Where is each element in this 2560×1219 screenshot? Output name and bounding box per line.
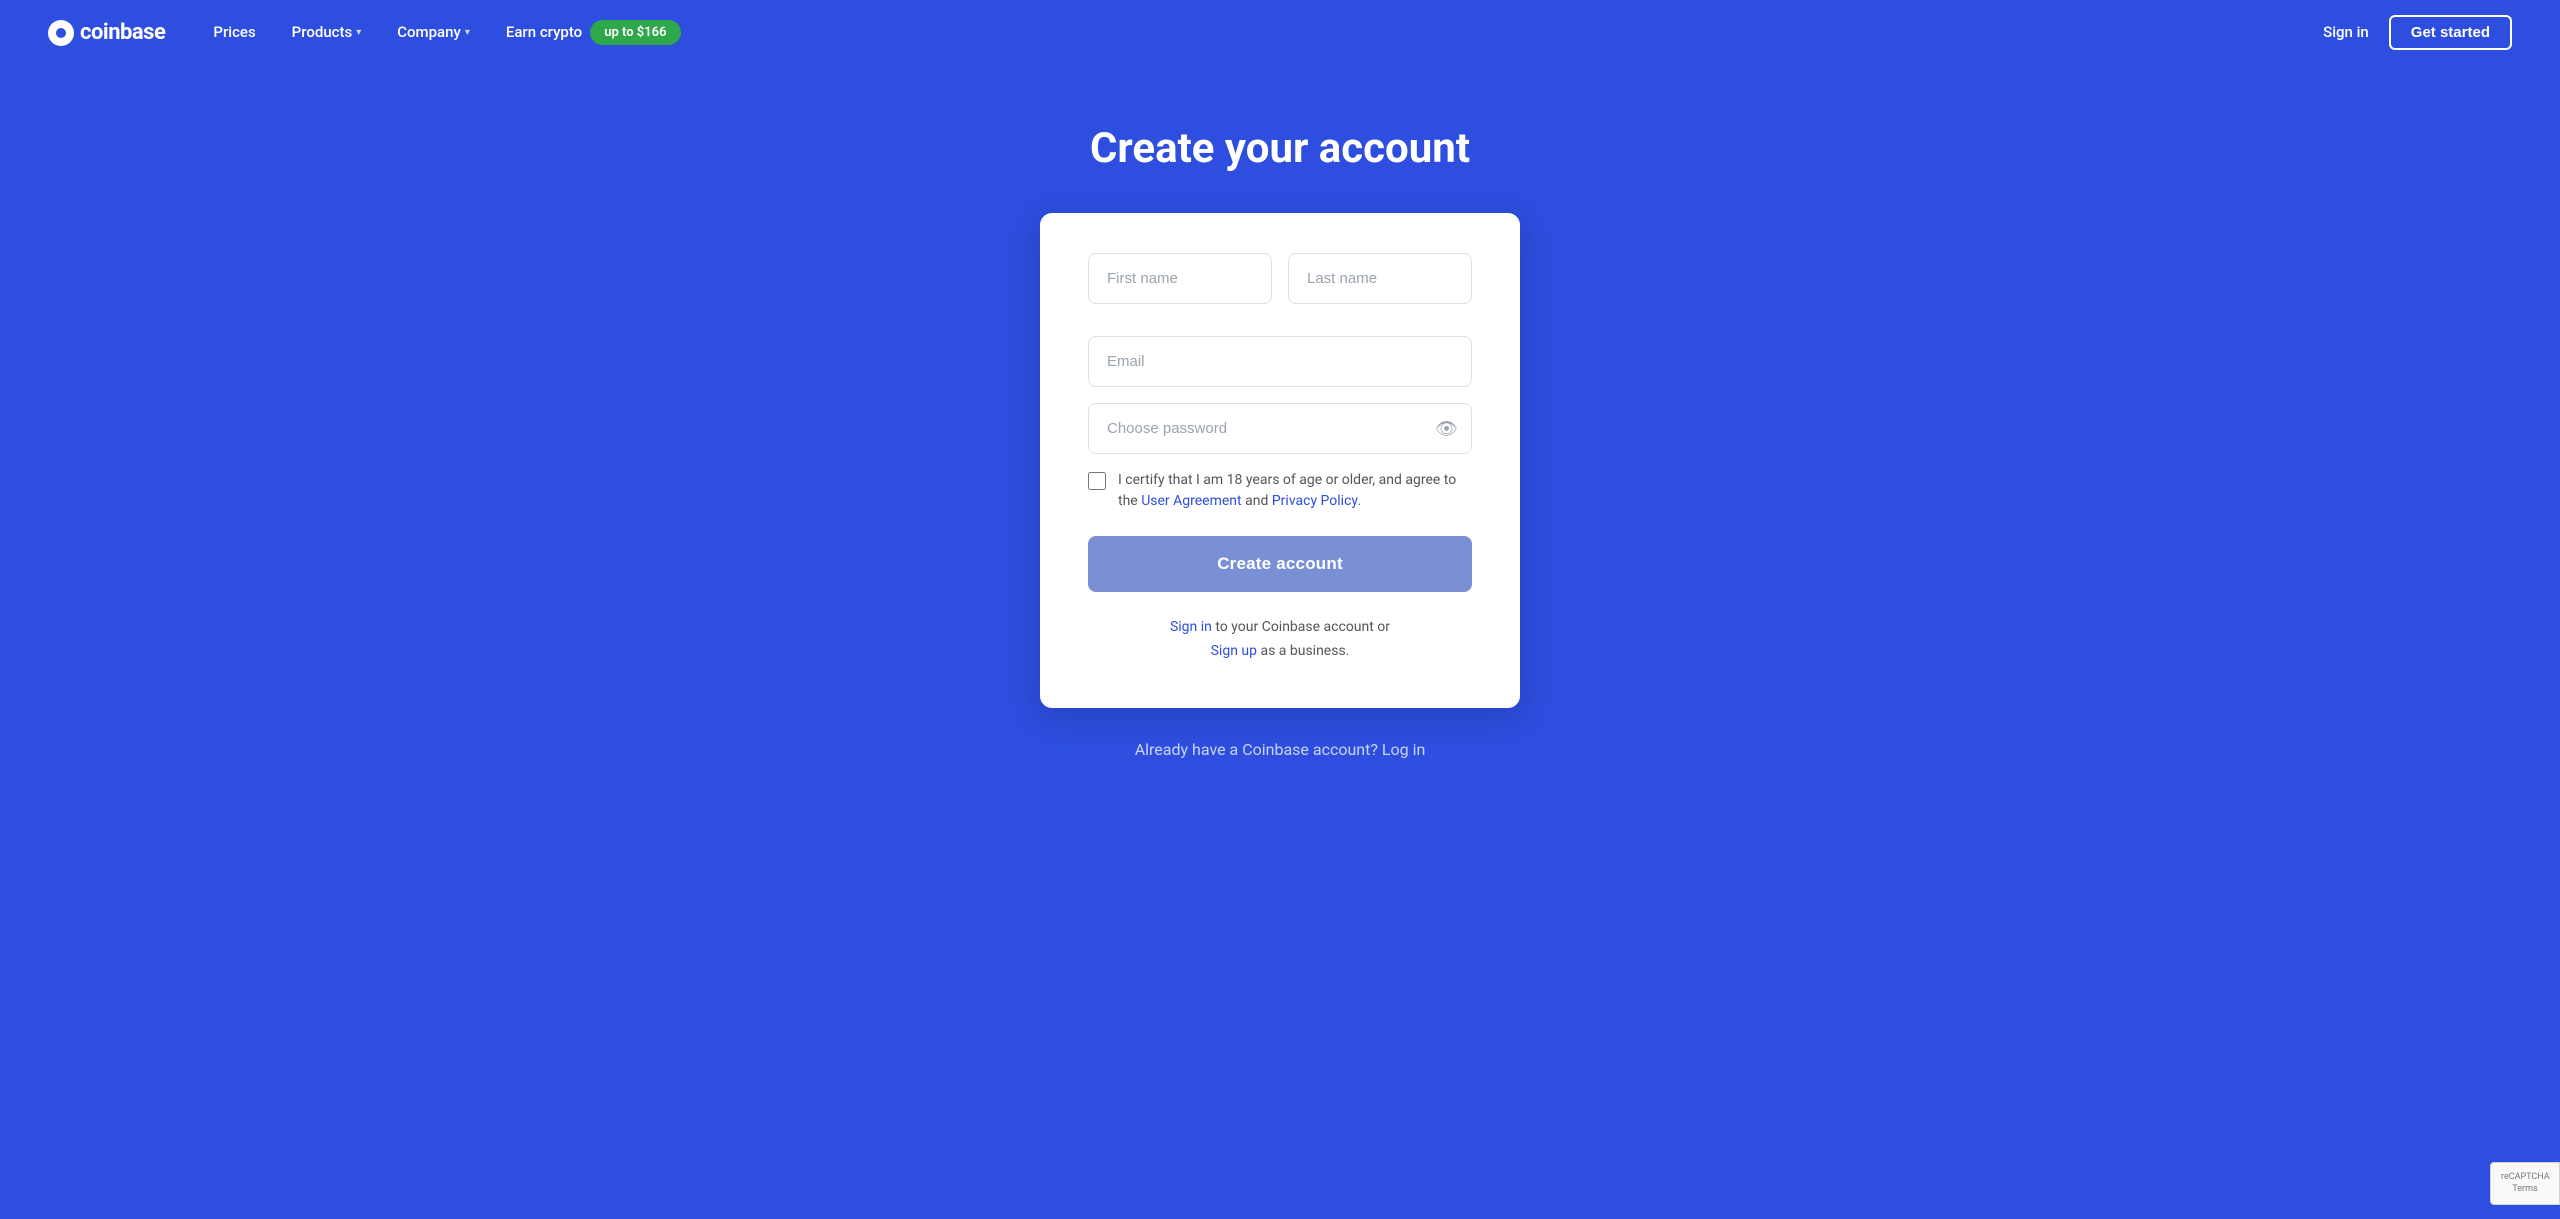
name-row [1088, 253, 1472, 320]
get-started-button[interactable]: Get started [2389, 15, 2512, 50]
earn-badge: up to $166 [590, 20, 680, 45]
products-chevron-icon: ▾ [356, 27, 361, 38]
bottom-text: Already have a Coinbase account? Log in [1135, 740, 1426, 759]
email-input[interactable] [1088, 336, 1472, 387]
navbar: coinbase Prices Products ▾ Company ▾ Ear… [0, 0, 2560, 64]
company-chevron-icon: ▾ [465, 27, 470, 38]
first-name-input[interactable] [1088, 253, 1272, 304]
form-footer: Sign in to your Coinbase account or Sign… [1088, 616, 1472, 664]
password-eye-icon[interactable]: 👁 [1435, 418, 1458, 439]
nav-prices[interactable]: Prices [213, 23, 255, 41]
create-account-button[interactable]: Create account [1088, 536, 1472, 592]
signup-form-card: 👁 I certify that I am 18 years of age or… [1040, 213, 1520, 708]
footer-sign-in-link[interactable]: Sign in [1170, 619, 1212, 635]
password-field: 👁 [1088, 403, 1472, 454]
nav-right: Sign in Get started [2323, 15, 2512, 50]
user-agreement-link[interactable]: User Agreement [1141, 493, 1241, 509]
nav-links: Prices Products ▾ Company ▾ Earn crypto … [213, 20, 2323, 45]
password-input[interactable] [1088, 403, 1472, 454]
terms-checkbox-row: I certify that I am 18 years of age or o… [1088, 470, 1472, 512]
earn-crypto-container: Earn crypto up to $166 [506, 20, 681, 45]
recaptcha-badge: reCAPTCHATerms [2490, 1162, 2560, 1205]
terms-label: I certify that I am 18 years of age or o… [1118, 470, 1472, 512]
recaptcha-text: reCAPTCHATerms [2501, 1171, 2549, 1196]
logo-link[interactable]: coinbase [48, 19, 165, 46]
nav-company[interactable]: Company ▾ [397, 23, 470, 41]
nav-products[interactable]: Products ▾ [292, 23, 362, 41]
terms-checkbox[interactable] [1088, 472, 1106, 490]
privacy-policy-link[interactable]: Privacy Policy [1272, 493, 1357, 509]
page-title: Create your account [1090, 124, 1470, 173]
main-content: Create your account 👁 I certify that I a… [0, 64, 2560, 799]
sign-in-link[interactable]: Sign in [2323, 23, 2369, 41]
email-field [1088, 336, 1472, 387]
first-name-field [1088, 253, 1272, 304]
logo-icon [48, 20, 74, 46]
logo-text: coinbase [80, 20, 165, 45]
nav-earn-crypto[interactable]: Earn crypto [506, 23, 582, 41]
last-name-input[interactable] [1288, 253, 1472, 304]
footer-sign-up-link[interactable]: Sign up [1211, 643, 1257, 659]
last-name-field [1288, 253, 1472, 304]
